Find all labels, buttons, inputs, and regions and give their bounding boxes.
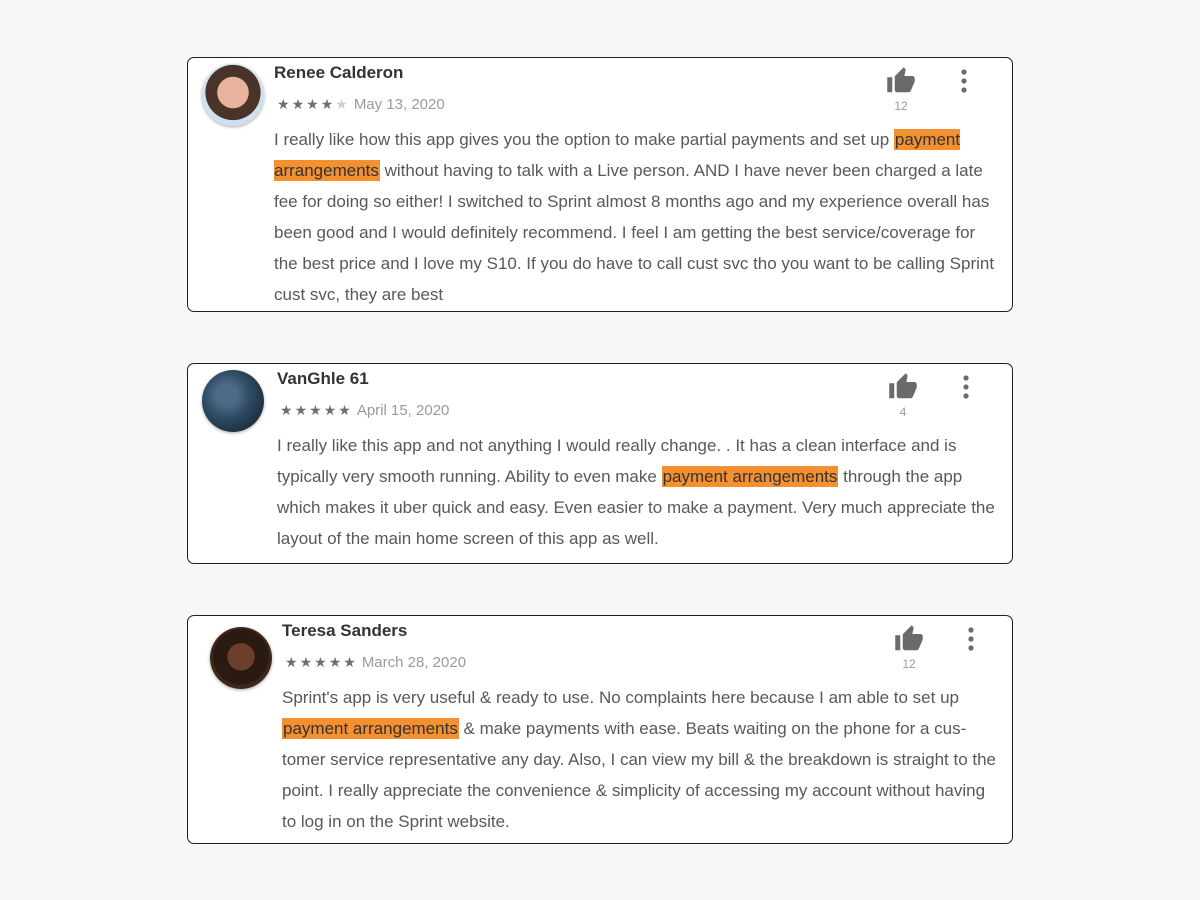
star-icon-filled: ★ bbox=[328, 654, 342, 670]
star-icon-filled: ★ bbox=[285, 654, 298, 670]
star-icon-filled: ★ bbox=[323, 402, 337, 418]
review-meta: ★ ★ ★ ★ ★ April 15, 2020 bbox=[280, 400, 449, 420]
star-icon-filled: ★ bbox=[299, 654, 313, 670]
review-card: Renee Calderon ★ ★ ★ ★ ★ May 13, 2020 I real… bbox=[187, 57, 1013, 312]
like-button[interactable]: 12 bbox=[884, 66, 918, 113]
star-icon-filled: ★ bbox=[280, 402, 293, 418]
star-icon-filled: ★ bbox=[294, 402, 308, 418]
star-rating: ★ ★ ★ ★ ★ bbox=[280, 403, 351, 417]
thumbs-up-icon bbox=[889, 373, 917, 399]
review-text: Sprint's app is very useful & ready to u… bbox=[282, 688, 997, 831]
review-card: VanGhle 61 ★ ★ ★ ★ ★ April 15, 2020 I really… bbox=[187, 363, 1013, 564]
thumbs-up-icon bbox=[895, 625, 923, 651]
like-button[interactable]: 12 bbox=[892, 624, 926, 671]
review-meta: ★ ★ ★ ★ ★ March 28, 2020 bbox=[285, 652, 466, 672]
star-icon-filled: ★ bbox=[306, 96, 319, 112]
avatar[interactable] bbox=[202, 370, 264, 432]
star-rating: ★ ★ ★ ★ ★ bbox=[285, 655, 356, 669]
star-icon-filled: ★ bbox=[320, 96, 334, 112]
star-rating: ★ ★ ★ ★ ★ bbox=[277, 97, 348, 111]
star-icon-filled: ★ bbox=[314, 654, 327, 670]
like-count: 12 bbox=[902, 657, 916, 671]
review-text: I really like this app and not anything … bbox=[277, 436, 995, 548]
thumbs-up-icon bbox=[887, 67, 915, 93]
avatar[interactable] bbox=[202, 64, 264, 126]
highlighted-phrase: payment arrangements bbox=[661, 466, 839, 487]
review-card: Teresa Sanders ★ ★ ★ ★ ★ March 28, 2020 Spri… bbox=[187, 615, 1013, 844]
reviewer-name: Renee Calderon bbox=[274, 63, 404, 82]
star-icon-filled: ★ bbox=[277, 96, 290, 112]
star-icon-filled: ★ bbox=[338, 402, 351, 418]
reviewer-name: VanGhle 61 bbox=[277, 369, 369, 388]
avatar[interactable] bbox=[210, 627, 272, 689]
like-count: 12 bbox=[894, 99, 908, 113]
review-date: May 13, 2020 bbox=[353, 95, 445, 113]
highlighted-phrase: payment arrangements bbox=[282, 718, 459, 739]
review-meta: ★ ★ ★ ★ ★ May 13, 2020 bbox=[277, 94, 445, 114]
reviewer-name: Teresa Sanders bbox=[282, 621, 408, 640]
star-icon-filled: ★ bbox=[343, 654, 356, 670]
star-icon-filled: ★ bbox=[309, 402, 322, 418]
like-button[interactable]: 4 bbox=[886, 372, 920, 419]
review-date: March 28, 2020 bbox=[361, 653, 467, 671]
star-icon-empty: ★ bbox=[335, 96, 348, 112]
more-vertical-icon[interactable] bbox=[966, 626, 976, 652]
star-icon-filled: ★ bbox=[291, 96, 305, 112]
like-count: 4 bbox=[899, 405, 907, 419]
more-vertical-icon[interactable] bbox=[959, 68, 969, 94]
review-date: April 15, 2020 bbox=[356, 401, 450, 419]
review-text: I really like how this app gives you the… bbox=[274, 129, 995, 304]
more-vertical-icon[interactable] bbox=[961, 374, 971, 400]
